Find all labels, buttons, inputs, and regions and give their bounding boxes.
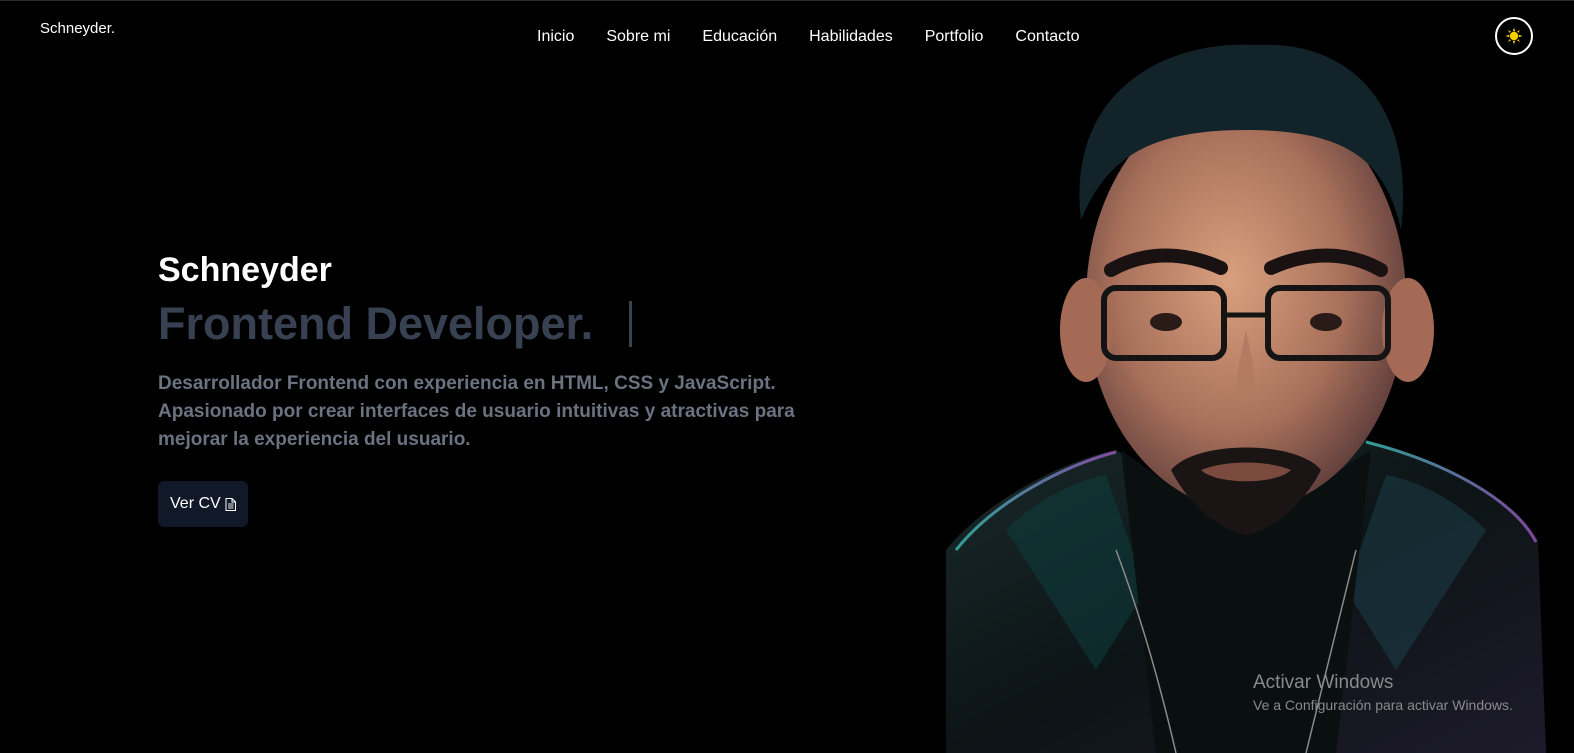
top-border [0, 0, 1574, 1]
nav-item-habilidades[interactable]: Habilidades [809, 28, 893, 46]
view-cv-button[interactable]: Ver CV [158, 481, 248, 527]
hero-role: Frontend Developer. [158, 298, 594, 349]
hero-name: Schneyder [158, 251, 332, 289]
hero-role-line: Frontend Developer. [158, 296, 818, 352]
nav-item-educacion[interactable]: Educación [702, 28, 777, 46]
watermark-title: Activar Windows [1253, 672, 1394, 693]
cv-button-label: Ver CV [170, 495, 221, 512]
nav-item-inicio[interactable]: Inicio [537, 28, 574, 46]
document-icon [225, 497, 236, 511]
nav-item-sobre-mi[interactable]: Sobre mi [606, 28, 670, 46]
hero-section: Schneyder Frontend Developer. Desarrolla… [158, 250, 818, 473]
windows-activation-watermark: Activar Windows Ve a Configuración para … [1253, 671, 1513, 715]
hero-description: Desarrollador Frontend con experiencia e… [158, 373, 795, 450]
site-logo[interactable]: Schneyder. [40, 20, 115, 37]
watermark-subtitle: Ve a Configuración para activar Windows. [1253, 697, 1513, 713]
profile-portrait-image [946, 44, 1546, 753]
typing-cursor [629, 301, 633, 347]
page: Schneyder. Inicio Sobre mi Educación Hab… [0, 0, 1574, 753]
